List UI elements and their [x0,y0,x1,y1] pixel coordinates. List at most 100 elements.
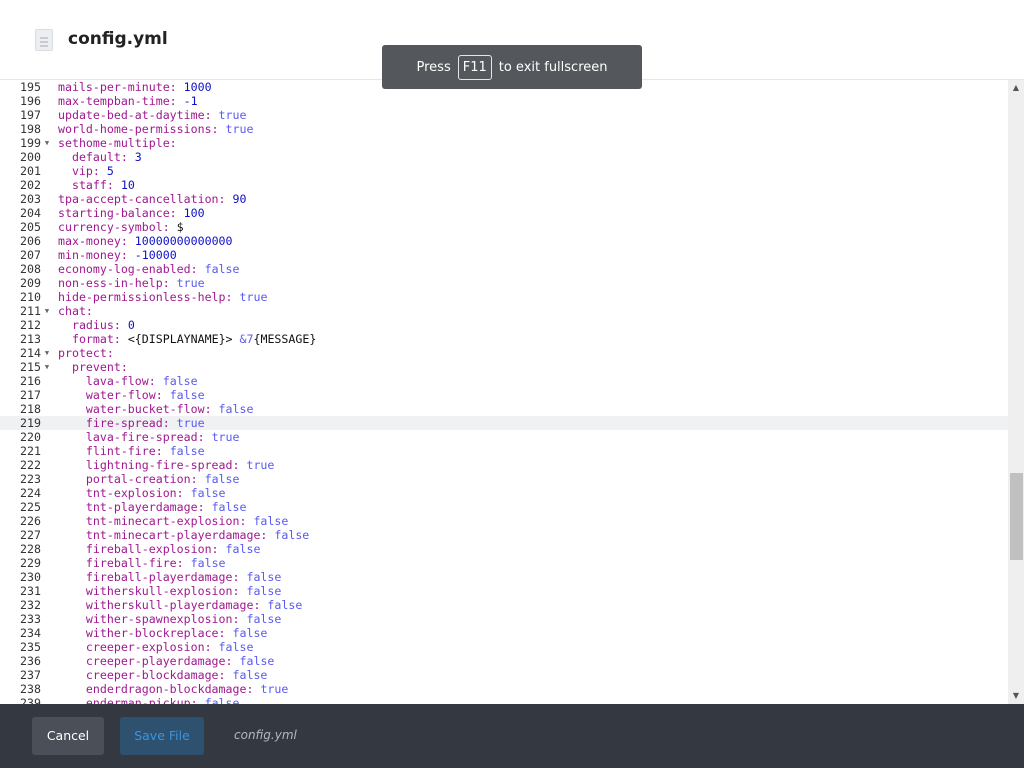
code-text: fire-spread: true [58,416,205,430]
yaml-value: false [204,472,240,486]
line-number: 219 [20,416,41,430]
line-number: 207 [20,248,41,262]
code-line[interactable]: 228 fireball-explosion: false [0,542,1008,556]
code-line[interactable]: 221 flint-fire: false [0,444,1008,458]
code-line[interactable]: 212 radius: 0 [0,318,1008,332]
line-number: 201 [20,164,41,178]
code-line[interactable]: 238 enderdragon-blockdamage: true [0,682,1008,696]
line-number: 208 [20,262,41,276]
save-file-button[interactable]: Save File [120,717,204,755]
code-line[interactable]: 217 water-flow: false [0,388,1008,402]
line-number: 206 [20,234,41,248]
yaml-key: hide-permissionless-help: [58,290,233,304]
code-line[interactable]: 199 ▼ sethome-multiple: [0,136,1008,150]
toast-key: F11 [457,54,492,80]
yaml-key: enderman-pickup: [85,696,198,704]
code-text: creeper-explosion: false [58,640,254,654]
code-line[interactable]: 231 witherskull-explosion: false [0,584,1008,598]
code-line[interactable]: 210 hide-permissionless-help: true [0,290,1008,304]
code-line[interactable]: 213 format: <{DISPLAYNAME}> &7{MESSAGE} [0,332,1008,346]
scroll-down-arrow-icon[interactable]: ▼ [1008,690,1024,702]
line-number: 234 [20,626,41,640]
line-number: 227 [20,528,41,542]
code-text: tnt-playerdamage: false [58,500,247,514]
line-number: 220 [20,430,41,444]
yaml-value: 10000000000000 [134,234,233,248]
code-line[interactable]: 226 tnt-minecart-explosion: false [0,514,1008,528]
code-line[interactable]: 197 update-bed-at-daytime: true [0,108,1008,122]
line-number: 209 [20,276,41,290]
code-line[interactable]: 204 starting-balance: 100 [0,206,1008,220]
line-number: 218 [20,402,41,416]
yaml-key: creeper-playerdamage: [85,654,233,668]
line-number: 239 [20,696,41,704]
code-line[interactable]: 209 non-ess-in-help: true [0,276,1008,290]
line-number: 228 [20,542,41,556]
code-text: fireball-explosion: false [58,542,261,556]
code-line[interactable]: 207 min-money: -10000 [0,248,1008,262]
code-line[interactable]: 218 water-bucket-flow: false [0,402,1008,416]
yaml-key: wither-blockreplace: [85,626,226,640]
code-text: protect: [58,346,114,360]
code-line[interactable]: 220 lava-fire-spread: true [0,430,1008,444]
code-line[interactable]: 235 creeper-explosion: false [0,640,1008,654]
code-line[interactable]: 198 world-home-permissions: true [0,122,1008,136]
code-line[interactable]: 230 fireball-playerdamage: false [0,570,1008,584]
code-line[interactable]: 227 tnt-minecart-playerdamage: false [0,528,1008,542]
code-line[interactable]: 237 creeper-blockdamage: false [0,668,1008,682]
scrollbar-thumb[interactable] [1010,473,1023,560]
code-line[interactable]: 222 lightning-fire-spread: true [0,458,1008,472]
code-text: radius: 0 [58,318,135,332]
code-line[interactable]: 229 fireball-fire: false [0,556,1008,570]
vertical-scrollbar[interactable]: ▲ ▼ [1008,80,1024,704]
code-line[interactable]: 215 ▼ prevent: [0,360,1008,374]
code-line[interactable]: 236 creeper-playerdamage: false [0,654,1008,668]
scroll-up-arrow-icon[interactable]: ▲ [1008,82,1024,94]
code-line[interactable]: 211 ▼ chat: [0,304,1008,318]
yaml-key: wither-spawnexplosion: [85,612,240,626]
yaml-key: default: [71,150,128,164]
yaml-value: false [246,570,282,584]
line-number: 226 [20,514,41,528]
code-line[interactable]: 202 staff: 10 [0,178,1008,192]
fold-arrow-icon[interactable]: ▼ [43,360,51,374]
yaml-value: true [246,458,275,472]
yaml-value: false [267,598,303,612]
fold-arrow-icon[interactable]: ▼ [43,304,51,318]
yaml-key: fireball-explosion: [85,542,219,556]
code-editor[interactable]: 195 mails-per-minute: 1000 196 max-tempban-… [0,80,1008,704]
yaml-key: water-bucket-flow: [85,402,212,416]
code-line[interactable]: 223 portal-creation: false [0,472,1008,486]
code-line[interactable]: 233 wither-spawnexplosion: false [0,612,1008,626]
code-line[interactable]: 208 economy-log-enabled: false [0,262,1008,276]
code-line[interactable]: 232 witherskull-playerdamage: false [0,598,1008,612]
code-line[interactable]: 234 wither-blockreplace: false [0,626,1008,640]
cancel-button[interactable]: Cancel [32,717,104,755]
code-text: tnt-explosion: false [58,486,226,500]
yaml-value: true [176,276,205,290]
fold-arrow-icon[interactable]: ▼ [43,136,51,150]
code-line[interactable]: 196 max-tempban-time: -1 [0,94,1008,108]
yaml-value: true [211,430,240,444]
yaml-key: mails-per-minute: [58,80,177,94]
code-line[interactable]: 219 fire-spread: true [0,416,1008,430]
code-line[interactable]: 200 default: 3 [0,150,1008,164]
code-line[interactable]: 225 tnt-playerdamage: false [0,500,1008,514]
yaml-value: false [162,374,198,388]
yaml-key: format: [71,332,121,346]
line-number: 204 [20,206,41,220]
code-line[interactable]: 224 tnt-explosion: false [0,486,1008,500]
yaml-value: 90 [232,192,247,206]
code-line[interactable]: 201 vip: 5 [0,164,1008,178]
code-line[interactable]: 205 currency-symbol: $ [0,220,1008,234]
code-line[interactable]: 239 enderman-pickup: false [0,696,1008,704]
yaml-key: min-money: [58,248,128,262]
yaml-key: fireball-fire: [85,556,184,570]
fold-arrow-icon[interactable]: ▼ [43,346,51,360]
code-line[interactable]: 216 lava-flow: false [0,374,1008,388]
yaml-value: $ [176,220,184,234]
code-line[interactable]: 203 tpa-accept-cancellation: 90 [0,192,1008,206]
code-line[interactable]: 214 ▼ protect: [0,346,1008,360]
code-line[interactable]: 206 max-money: 10000000000000 [0,234,1008,248]
yaml-value: false [211,500,247,514]
